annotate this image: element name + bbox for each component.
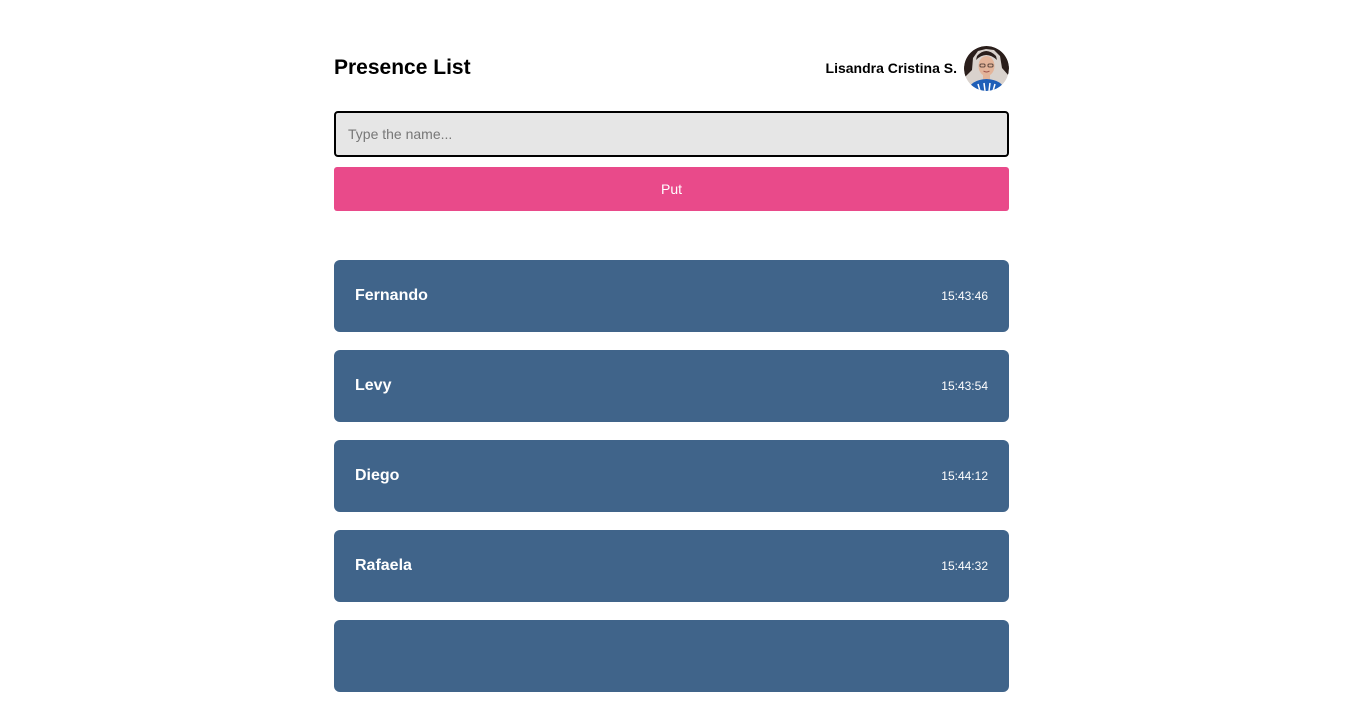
- list-item: Rafaela 15:44:32: [334, 530, 1009, 602]
- student-name: Rafaela: [355, 557, 412, 574]
- put-button[interactable]: Put: [334, 167, 1009, 211]
- list-item: Diego 15:44:12: [334, 440, 1009, 512]
- student-name: Diego: [355, 467, 400, 484]
- student-name: Fernando: [355, 287, 428, 304]
- student-time: 15:44:12: [941, 469, 988, 483]
- page-title: Presence List: [334, 56, 471, 79]
- student-time: 15:43:54: [941, 379, 988, 393]
- user-name: Lisandra Cristina S.: [825, 60, 957, 76]
- presence-list: Fernando 15:43:46 Levy 15:43:54 Diego 15…: [334, 260, 1009, 710]
- name-input[interactable]: [334, 111, 1009, 157]
- list-item: Levy 15:43:54: [334, 350, 1009, 422]
- list-item: [334, 620, 1009, 692]
- student-name: Levy: [355, 377, 392, 394]
- student-time: 15:43:46: [941, 289, 988, 303]
- list-item: Fernando 15:43:46: [334, 260, 1009, 332]
- user-profile: Lisandra Cristina S.: [825, 45, 1009, 91]
- student-time: 15:44:32: [941, 559, 988, 573]
- avatar: [964, 45, 1009, 91]
- page-header: Presence List Lisandra Cristina S.: [334, 45, 1009, 91]
